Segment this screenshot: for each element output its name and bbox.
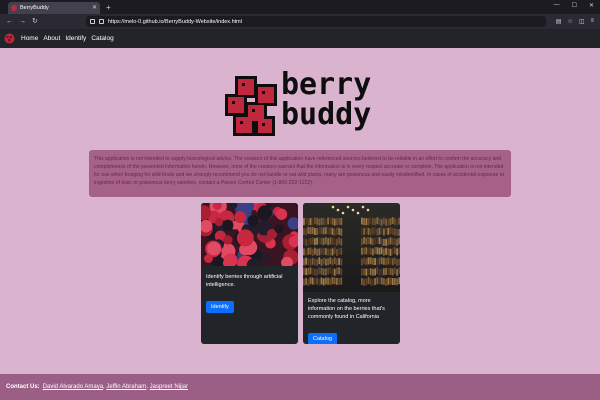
catalog-button[interactable]: Catalog (308, 333, 337, 344)
contact-link-jaspreet[interactable]: Jaspreet Nijjar (150, 384, 188, 390)
minimize-icon[interactable]: — (554, 2, 560, 9)
browser-tab[interactable]: BerryBuddy ✕ (8, 2, 100, 14)
library-photo (303, 203, 400, 292)
logo-wordmark: berry buddy (281, 70, 371, 130)
menu-icon[interactable]: ≡ (590, 18, 594, 25)
nav-identify[interactable]: Identify (65, 35, 86, 42)
berry-buddy-logo: berry buddy (225, 70, 377, 138)
url-text: https://melo-0.github.io/BerryBuddy-Webs… (107, 18, 242, 25)
disclaimer-text: This application is not intended to supp… (94, 156, 505, 186)
catalog-card: Explore the catalog, more information on… (303, 203, 400, 344)
pocket-icon[interactable]: ◫ (579, 18, 585, 25)
logo-line-berry: berry (281, 67, 372, 102)
pixel-berry-logo-icon (225, 76, 277, 136)
berries-photo (201, 203, 298, 266)
disclaimer-alert: This application is not intended to supp… (89, 150, 511, 197)
new-tab-icon[interactable]: + (106, 2, 111, 14)
browser-toolbar: ← → ↻ https://melo-0.github.io/BerryBudd… (0, 14, 600, 29)
nav-about[interactable]: About (43, 35, 60, 42)
tab-title: BerryBuddy (20, 5, 49, 11)
identify-card-text: Identify berries through artificial inte… (206, 274, 283, 288)
forward-icon[interactable]: → (19, 18, 26, 25)
site-navbar: Home About Identify Catalog (0, 29, 600, 48)
bookmark-star-icon[interactable]: ☆ (567, 18, 572, 25)
toolbar-icons: ▤ ☆ ◫ ≡ (556, 18, 594, 25)
close-window-icon[interactable]: ✕ (589, 2, 594, 9)
berry-brand-icon[interactable] (4, 33, 15, 44)
browser-tabbar: BerryBuddy ✕ + — ☐ ✕ (0, 0, 600, 14)
logo-line-buddy: buddy (281, 97, 372, 132)
identify-card: Identify berries through artificial inte… (201, 203, 298, 344)
berry-favicon-icon (11, 5, 17, 11)
lock-icon (98, 19, 104, 24)
contact-link-jeffin[interactable]: Jeffin Abraham (106, 384, 146, 390)
maximize-icon[interactable]: ☐ (572, 2, 577, 9)
catalog-card-text: Explore the catalog, more information on… (308, 298, 385, 320)
identify-button[interactable]: Identify (206, 301, 234, 313)
shield-icon (89, 19, 95, 24)
window-controls: — ☐ ✕ (554, 2, 594, 9)
nav-catalog[interactable]: Catalog (91, 35, 113, 42)
back-icon[interactable]: ← (6, 18, 13, 25)
contact-link-david[interactable]: David Alvarado Amaya (43, 384, 103, 390)
reader-view-icon[interactable]: ▤ (556, 18, 562, 25)
address-bar[interactable]: https://melo-0.github.io/BerryBuddy-Webs… (85, 16, 546, 27)
reload-icon[interactable]: ↻ (32, 18, 38, 25)
nav-home[interactable]: Home (21, 35, 38, 42)
close-tab-icon[interactable]: ✕ (92, 5, 97, 11)
footer: Contact Us: David Alvarado Amaya, Jeffin… (0, 374, 600, 400)
footer-contact-label: Contact Us: (6, 384, 40, 390)
